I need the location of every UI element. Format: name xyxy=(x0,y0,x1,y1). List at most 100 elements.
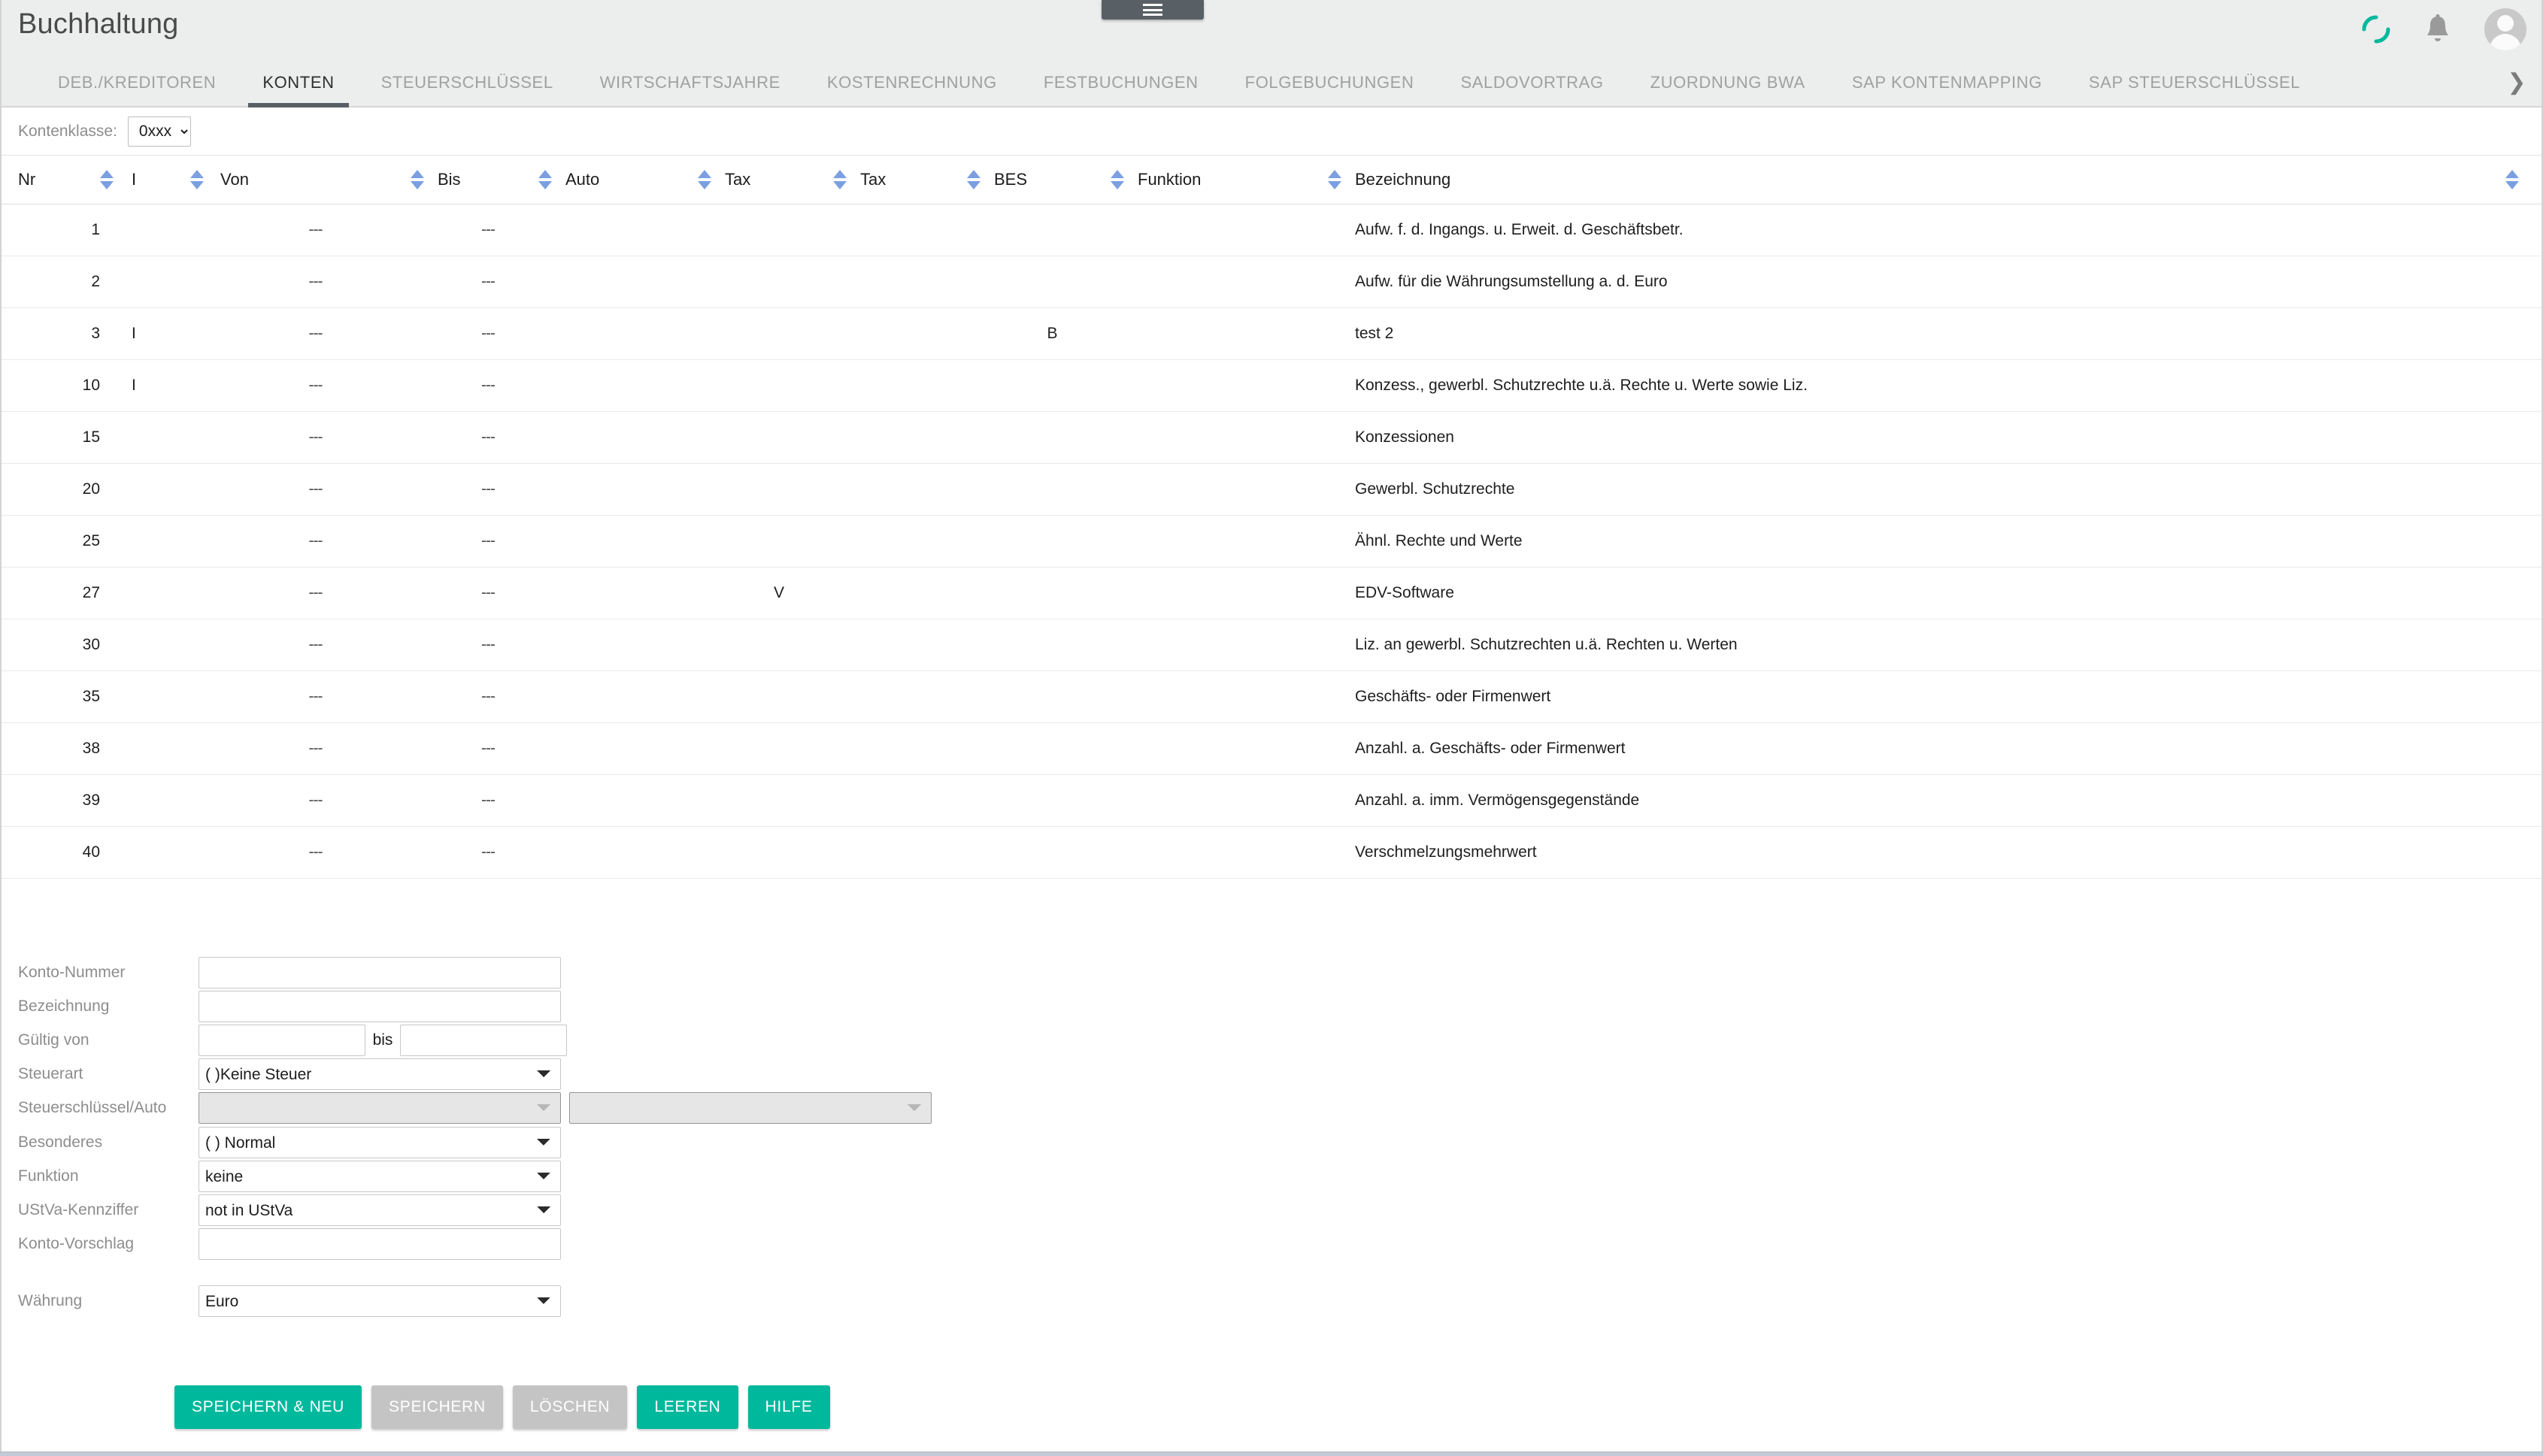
cell-bezeichnung: EDV-Software xyxy=(1355,584,1454,601)
sort-icon xyxy=(698,170,711,189)
column-header-tax2[interactable]: Tax xyxy=(860,156,886,204)
tab-festbuchungen[interactable]: FESTBUCHUNGEN xyxy=(1020,57,1222,107)
column-header-bes[interactable]: BES xyxy=(994,156,1027,204)
konto-nummer-input[interactable] xyxy=(199,957,561,988)
help-button[interactable]: Hilfe xyxy=(747,1385,830,1429)
table-row[interactable]: 27 --- --- V EDV-Software xyxy=(0,568,2543,619)
table-row[interactable]: 35 --- --- Geschäfts- oder Firmenwert xyxy=(0,671,2543,723)
cell-tax1 xyxy=(725,516,833,567)
besonderes-select[interactable]: ( ) Normal xyxy=(199,1127,561,1158)
tab-saldovortrag[interactable]: SALDOVORTRAG xyxy=(1437,57,1626,107)
sort-auto[interactable] xyxy=(698,156,720,204)
window-menu-handle[interactable] xyxy=(1102,0,1204,20)
user-avatar-icon[interactable] xyxy=(2484,8,2526,50)
table-row[interactable]: 30 --- --- Liz. an gewerbl. Schutzrechten u… xyxy=(0,619,2543,671)
table-row[interactable]: 40 --- --- Verschmelzungsmehrwert xyxy=(0,827,2543,879)
cell-bis: --- xyxy=(481,843,496,861)
table-row[interactable]: 39 --- --- Anzahl. a. imm. Vermögensgegenst… xyxy=(0,775,2543,827)
tab-wirtschaftsjahre[interactable]: WIRTSCHAFTSJAHRE xyxy=(577,57,804,107)
cell-tax1 xyxy=(725,308,833,359)
clear-button[interactable]: Leeren xyxy=(637,1385,738,1429)
sort-i[interactable] xyxy=(190,156,213,204)
save-and-new-button[interactable]: Speichern & Neu xyxy=(174,1385,362,1429)
column-label: Von xyxy=(220,170,249,189)
tab-label: KOSTENRECHNUNG xyxy=(826,72,997,92)
chevron-right-icon[interactable]: ❯ xyxy=(2496,57,2537,107)
cell-von: --- xyxy=(308,688,323,705)
bezeichnung-input[interactable] xyxy=(199,991,561,1022)
cell-i xyxy=(132,412,190,463)
cell-bis: --- xyxy=(481,221,496,238)
ustva-kennziffer-select[interactable]: not in UStVa xyxy=(199,1194,561,1226)
steuerart-select[interactable]: ( )Keine Steuer xyxy=(199,1058,561,1090)
tab-label: FOLGEBUCHUNGEN xyxy=(1244,72,1414,92)
field-row-besonderes: Besonderes ( ) Normal xyxy=(18,1126,561,1159)
tab-deb-kreditoren[interactable]: DEB./KREDITOREN xyxy=(35,57,239,107)
tab-sap-steuerschluessel[interactable]: SAP STEUERSCHLÜSSEL xyxy=(2066,57,2323,107)
cell-i: I xyxy=(132,377,136,394)
cell-nr: 35 xyxy=(82,688,100,705)
cell-auto xyxy=(565,412,698,463)
table-row[interactable]: 25 --- --- Ähnl. Rechte und Werte xyxy=(0,516,2543,568)
column-header-nr[interactable]: Nr xyxy=(18,156,35,204)
cell-bezeichnung: Gewerbl. Schutzrechte xyxy=(1355,480,1515,498)
sort-tax2[interactable] xyxy=(967,156,990,204)
konto-vorschlag-input[interactable] xyxy=(199,1228,561,1260)
sort-tax1[interactable] xyxy=(833,156,856,204)
sort-funktion[interactable] xyxy=(1328,156,1350,204)
bell-icon[interactable] xyxy=(2424,14,2451,45)
konto-vorschlag-label: Konto-Vorschlag xyxy=(18,1235,135,1252)
cell-von: --- xyxy=(308,792,323,809)
save-button[interactable]: Speichern xyxy=(371,1385,503,1429)
delete-button[interactable]: Löschen xyxy=(512,1385,628,1429)
gueltig-bis-input[interactable] xyxy=(400,1025,567,1056)
sort-nr[interactable] xyxy=(100,156,123,204)
bezeichnung-label: Bezeichnung xyxy=(18,997,110,1015)
table-row[interactable]: 1 --- --- Aufw. f. d. Ingangs. u. Erweit. d… xyxy=(0,204,2543,256)
tab-steuerschluessel[interactable]: STEUERSCHLÜSSEL xyxy=(358,57,577,107)
sort-von[interactable] xyxy=(411,156,433,204)
sort-icon xyxy=(2505,170,2519,189)
table-row[interactable]: 20 --- --- Gewerbl. Schutzrechte xyxy=(0,464,2543,516)
column-header-bezeichnung[interactable]: Bezeichnung xyxy=(1355,156,1450,204)
cell-bes xyxy=(994,464,1111,515)
table-row[interactable]: 2 --- --- Aufw. für die Währungsumstellung … xyxy=(0,256,2543,308)
column-header-tax1[interactable]: Tax xyxy=(725,156,750,204)
column-header-i[interactable]: I xyxy=(132,156,136,204)
tab-konten[interactable]: KONTEN xyxy=(239,57,357,107)
tab-folgebuchungen[interactable]: FOLGEBUCHUNGEN xyxy=(1222,57,1438,107)
gueltig-von-input[interactable] xyxy=(199,1025,365,1056)
cell-funktion xyxy=(1138,775,1328,826)
cell-bis: --- xyxy=(481,428,496,446)
field-row-bezeichnung: Bezeichnung xyxy=(18,990,561,1023)
cell-tax1 xyxy=(725,256,833,307)
sort-bezeichnung[interactable] xyxy=(2505,156,2528,204)
sort-bis[interactable] xyxy=(538,156,561,204)
column-label: Tax xyxy=(725,170,751,189)
cell-funktion xyxy=(1138,516,1328,567)
tab-label: WIRTSCHAFTSJAHRE xyxy=(599,72,780,92)
table-row[interactable]: 15 --- --- Konzessionen xyxy=(0,412,2543,464)
column-header-funktion[interactable]: Funktion xyxy=(1138,156,1201,204)
tab-zuordnung-bwa[interactable]: ZUORDNUNG BWA xyxy=(1627,57,1829,107)
waehrung-select[interactable]: Euro xyxy=(199,1285,561,1317)
column-header-auto[interactable]: Auto xyxy=(565,156,599,204)
kontenklasse-select[interactable]: 0xxx xyxy=(127,116,191,147)
field-row-konto-nummer: Konto-Nummer xyxy=(18,956,561,989)
column-header-bis[interactable]: Bis xyxy=(438,156,461,204)
funktion-select[interactable]: keine xyxy=(199,1161,561,1192)
steuerschluessel-auto-select[interactable] xyxy=(569,1092,932,1124)
hamburger-icon xyxy=(1143,4,1162,16)
tab-sap-kontenmapping[interactable]: SAP KONTENMAPPING xyxy=(1829,57,2066,107)
tab-label: SAP STEUERSCHLÜSSEL xyxy=(2088,72,2301,92)
sort-bes[interactable] xyxy=(1111,156,1133,204)
table-row[interactable]: 3 I --- --- Btest 2 xyxy=(0,308,2543,360)
steuerschluessel-select[interactable] xyxy=(199,1092,561,1124)
loading-spinner-icon xyxy=(2361,14,2391,44)
cell-bes xyxy=(994,671,1111,722)
table-row[interactable]: 38 --- --- Anzahl. a. Geschäfts- oder Firme… xyxy=(0,723,2543,775)
table-row[interactable]: 10 I --- --- Konzess., gewerbl. Schutzrechte… xyxy=(0,360,2543,412)
tab-kostenrechnung[interactable]: KOSTENRECHNUNG xyxy=(804,57,1020,107)
cell-nr: 25 xyxy=(82,532,100,549)
column-header-von[interactable]: Von xyxy=(220,156,249,204)
